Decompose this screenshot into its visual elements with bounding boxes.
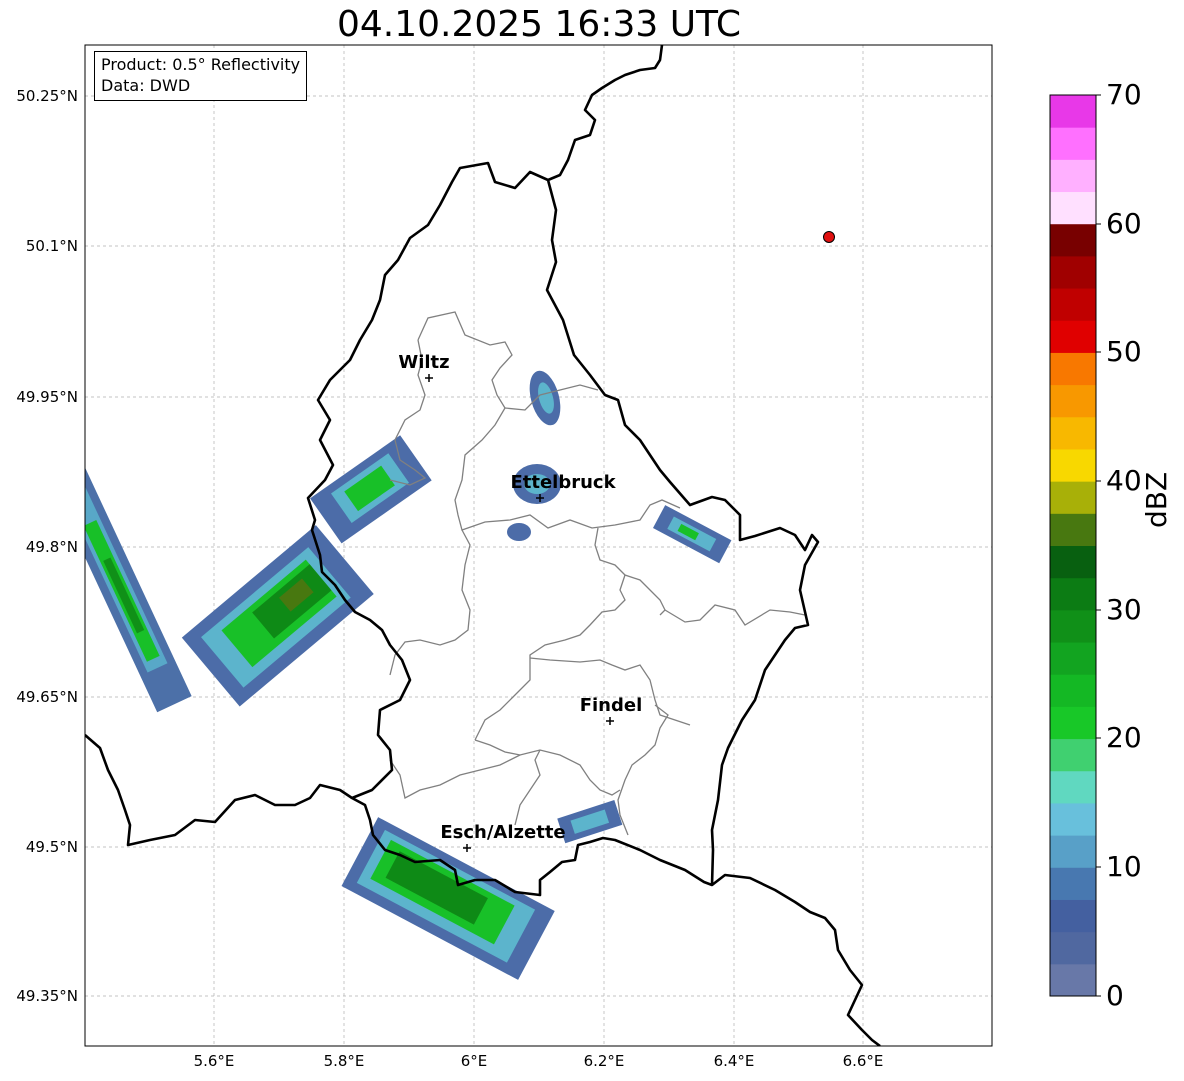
lat-tick-label: 50.25°N	[16, 87, 78, 105]
colorbar-segment	[1050, 835, 1096, 868]
colorbar-segment	[1050, 191, 1096, 225]
lon-tick-label: 5.6°E	[194, 1052, 235, 1070]
colorbar-segment	[1050, 448, 1096, 482]
colorbar-segment	[1050, 738, 1096, 772]
colorbar-segment	[1050, 159, 1096, 193]
colorbar-label: dBZ	[1140, 471, 1173, 528]
colorbar-tick-label: 70	[1106, 78, 1142, 111]
lat-tick-label: 49.95°N	[16, 388, 78, 406]
lat-tick-label: 49.35°N	[16, 987, 78, 1005]
colorbar-tick-label: 20	[1106, 721, 1142, 754]
colorbar-segment	[1050, 481, 1096, 514]
lon-tick-label: 6.2°E	[584, 1052, 625, 1070]
colorbar-segment	[1050, 770, 1096, 804]
colorbar-segment	[1050, 931, 1096, 965]
colorbar-segment	[1050, 255, 1096, 289]
colorbar-segment	[1050, 899, 1096, 933]
colorbar-segment	[1050, 416, 1096, 450]
colorbar-segment	[1050, 127, 1096, 160]
colorbar-tick-label: 40	[1106, 464, 1142, 497]
lon-tick-label: 6°E	[461, 1052, 488, 1070]
colorbar-segment	[1050, 642, 1096, 675]
colorbar-segment	[1050, 963, 1096, 997]
lon-tick-label: 6.4°E	[714, 1052, 755, 1070]
colorbar-tick-label: 50	[1106, 335, 1142, 368]
colorbar-segment	[1050, 513, 1096, 546]
product-label: Product: 0.5° Reflectivity	[101, 55, 301, 74]
colorbar-segment	[1050, 288, 1096, 321]
colorbar-segment	[1050, 545, 1096, 579]
radar-site-marker	[823, 231, 835, 243]
city-label-wiltz: Wiltz	[398, 352, 449, 373]
colorbar-segment	[1050, 352, 1096, 386]
info-box: Product: 0.5° Reflectivity Data: DWD	[94, 51, 308, 101]
colorbar-tick-label: 60	[1106, 207, 1142, 240]
colorbar-segment	[1050, 577, 1096, 611]
city-label-esch-alzette: Esch/Alzette	[440, 822, 565, 843]
colorbar-tick-label: 0	[1106, 979, 1124, 1012]
colorbar-segment	[1050, 609, 1096, 643]
colorbar-ticks	[1096, 94, 1101, 997]
city-label-findel: Findel	[580, 695, 643, 716]
lat-tick-label: 49.65°N	[16, 688, 78, 706]
colorbar-segment	[1050, 706, 1096, 740]
colorbar-segment	[1050, 223, 1096, 257]
colorbar-segment	[1050, 674, 1096, 707]
colorbar-segment	[1050, 802, 1096, 836]
data-source-label: Data: DWD	[101, 76, 191, 95]
colorbar-tick-label: 10	[1106, 850, 1142, 883]
lon-tick-label: 6.6°E	[843, 1052, 884, 1070]
colorbar-tick-label: 30	[1106, 593, 1142, 626]
lat-tick-label: 50.1°N	[26, 237, 78, 255]
colorbar-segment	[1050, 867, 1096, 900]
radar-map: Wiltz Ettelbruck Findel Esch/Alzette 50.…	[16, 44, 1101, 1070]
city-label-ettelbruck: Ettelbruck	[510, 472, 616, 493]
colorbar-segment	[1050, 320, 1096, 353]
colorbar-segment	[1050, 95, 1096, 128]
colorbar-segment	[1050, 384, 1096, 418]
lon-tick-label: 5.8°E	[324, 1052, 365, 1070]
lat-tick-label: 49.5°N	[26, 838, 78, 856]
lat-tick-label: 49.8°N	[26, 538, 78, 556]
colorbar	[1050, 95, 1096, 997]
